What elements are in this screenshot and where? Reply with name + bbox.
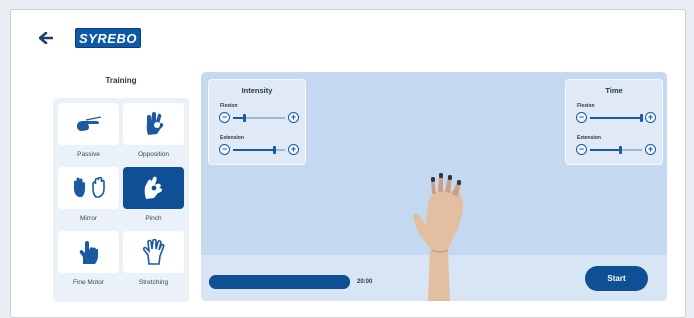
intensity-extension-label: Extension — [220, 135, 244, 141]
plus-icon[interactable]: + — [645, 144, 656, 155]
time-flexion-slider[interactable]: − + — [576, 112, 656, 124]
minus-icon[interactable]: − — [219, 144, 230, 155]
slider-track — [233, 114, 285, 122]
tile-label: Passive — [77, 151, 100, 158]
slider-thumb[interactable] — [639, 114, 643, 122]
tile-label: Stretching — [138, 279, 169, 286]
slider-thumb[interactable] — [272, 146, 276, 154]
mirror-hands-icon — [73, 177, 105, 198]
plus-icon[interactable]: + — [645, 112, 656, 123]
minus-icon[interactable]: − — [219, 112, 230, 123]
time-extension-slider[interactable]: − + — [576, 144, 656, 156]
session-time: 20:00 — [357, 279, 373, 285]
tile-label: Fine Motor — [72, 279, 105, 286]
training-item-opposition[interactable]: Opposition — [123, 103, 184, 167]
tile-box — [123, 167, 184, 209]
training-item-passive[interactable]: Passive — [58, 103, 119, 167]
training-panel: Training Passive Opposition Mirror Pinch… — [51, 72, 191, 302]
slider-track — [590, 146, 642, 154]
training-tiles: Passive Opposition Mirror Pinch Fine Mot… — [53, 98, 189, 302]
slider-track — [590, 114, 643, 122]
plus-icon[interactable]: + — [288, 144, 299, 155]
slider-fill — [233, 148, 274, 151]
stretching-hand-icon — [142, 239, 165, 265]
intensity-title: Intensity — [241, 86, 273, 95]
training-item-mirror[interactable]: Mirror — [58, 167, 119, 231]
slider-track — [233, 146, 285, 154]
tile-box — [58, 231, 119, 273]
app-frame: SYREBO Training Passive Opposition Mirro… — [10, 9, 686, 318]
slider-thumb[interactable] — [618, 146, 622, 154]
exercise-stage: Intensity Flexion − + Extension − + Time… — [201, 72, 667, 301]
training-title: Training — [105, 76, 137, 85]
tile-box — [58, 103, 119, 145]
minus-icon[interactable]: − — [576, 112, 587, 123]
tile-label: Pinch — [145, 215, 162, 222]
slider-thumb[interactable] — [242, 114, 246, 122]
pinch-hand-icon — [144, 176, 162, 199]
tile-box — [123, 103, 184, 145]
session-progress-fill — [209, 275, 350, 289]
tile-box — [58, 167, 119, 209]
intensity-flexion-slider[interactable]: − + — [219, 112, 299, 124]
training-item-stretching[interactable]: Stretching — [123, 231, 184, 295]
plus-icon[interactable]: + — [288, 112, 299, 123]
session-progress-bar — [209, 275, 350, 289]
intensity-flexion-label: Flexion — [220, 103, 238, 109]
hand-model-illustration — [413, 173, 464, 301]
minus-icon[interactable]: − — [576, 144, 587, 155]
passive-hand-icon — [76, 116, 101, 131]
intensity-control: Intensity Flexion − + Extension − + — [208, 79, 306, 165]
back-button[interactable] — [35, 30, 57, 46]
training-item-fine-motor[interactable]: Fine Motor — [58, 231, 119, 295]
back-arrow-icon — [39, 32, 53, 44]
tile-label: Opposition — [137, 151, 170, 158]
intensity-extension-slider[interactable]: − + — [219, 144, 299, 156]
training-item-pinch[interactable]: Pinch — [123, 167, 184, 231]
time-title: Time — [605, 86, 623, 95]
slider-fill — [590, 148, 620, 151]
tile-box — [123, 231, 184, 273]
time-flexion-label: Flexion — [577, 103, 595, 109]
time-control: Time Flexion − + Extension − + — [565, 79, 663, 165]
slider-fill — [590, 116, 641, 119]
fine-motor-hand-icon — [79, 241, 98, 264]
brand-logo: SYREBO — [75, 28, 141, 48]
opposition-hand-icon — [146, 112, 163, 135]
time-extension-label: Extension — [577, 135, 601, 141]
tile-label: Mirror — [80, 215, 97, 222]
start-button[interactable]: Start — [585, 266, 648, 291]
